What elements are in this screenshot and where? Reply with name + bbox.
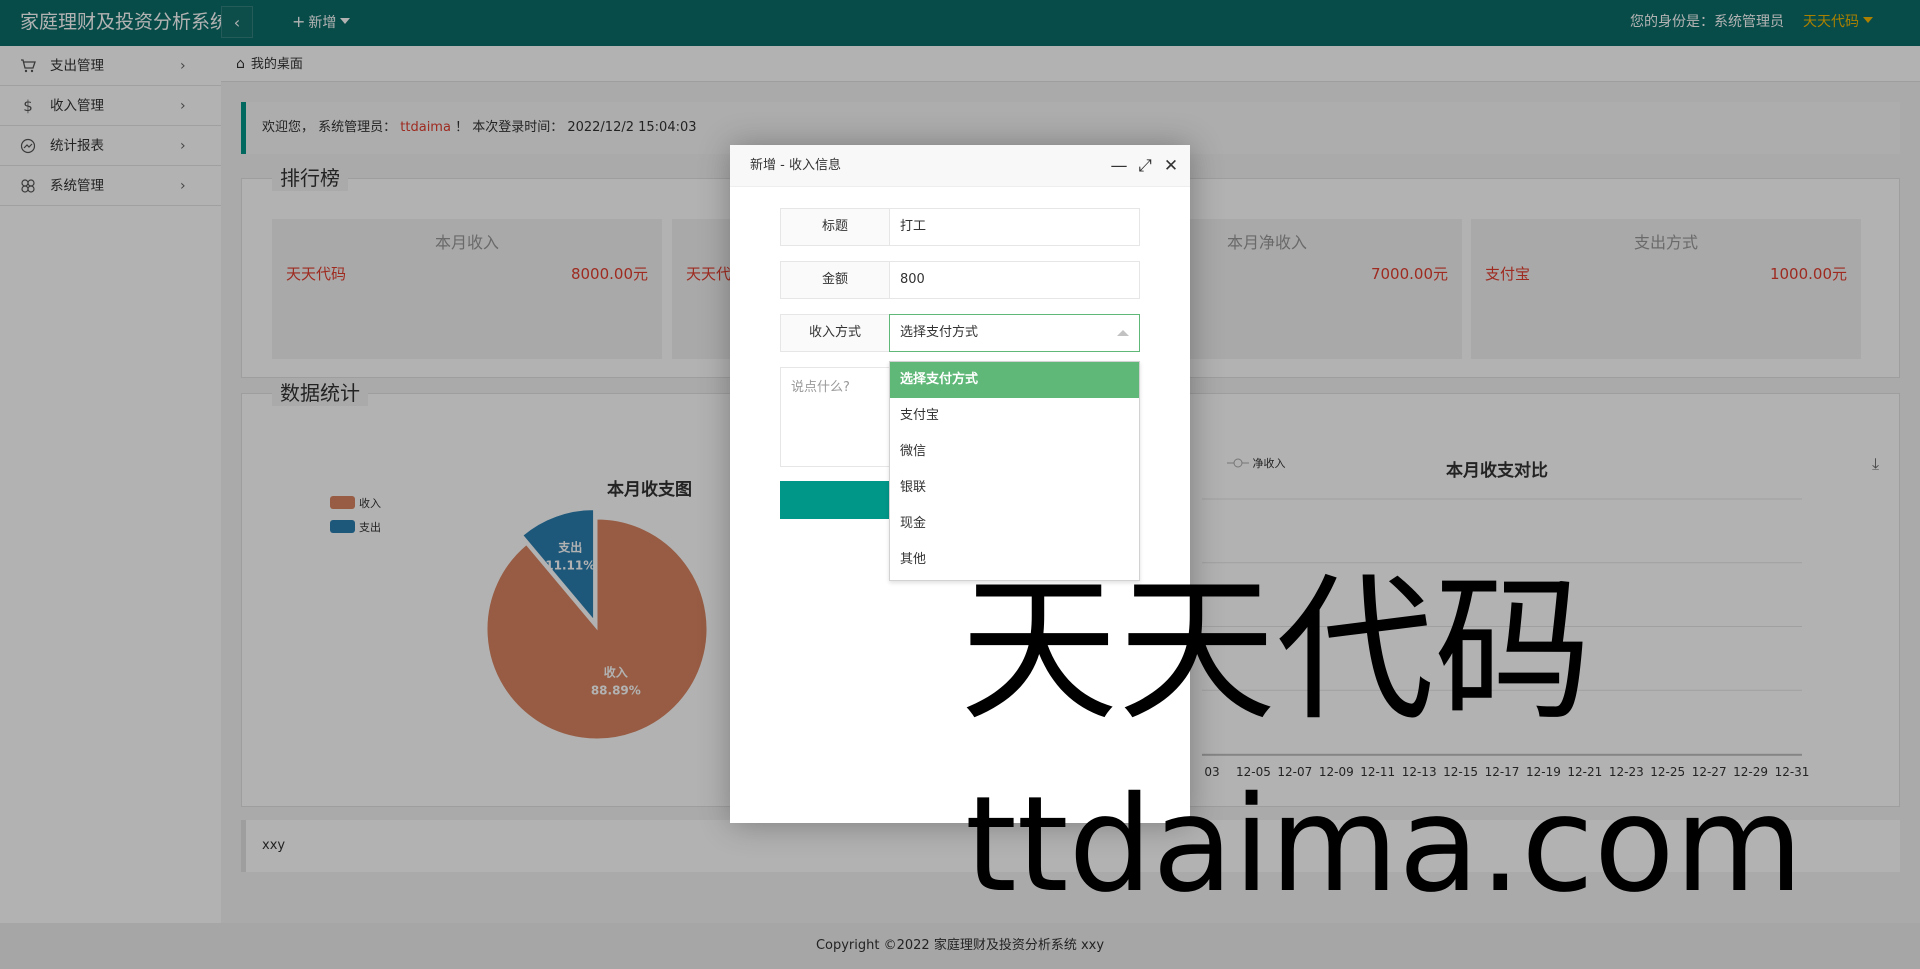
dropdown-option[interactable]: 现金 — [890, 506, 1139, 542]
title-field-row: 标题 打工 — [780, 208, 1140, 246]
close-icon[interactable]: ✕ — [1160, 145, 1182, 187]
income-method-dropdown: 选择支付方式 支付宝 微信 银联 现金 其他 — [889, 361, 1140, 581]
dropdown-option[interactable]: 其他 — [890, 542, 1139, 578]
income-method-value: 选择支付方式 — [900, 325, 979, 340]
dialog-title: 新增 - 收入信息 — [750, 158, 841, 173]
income-method-select[interactable]: 选择支付方式 — [889, 314, 1140, 352]
dropdown-option[interactable]: 支付宝 — [890, 398, 1139, 434]
amount-field-label: 金额 — [780, 261, 890, 299]
method-field-row: 收入方式 选择支付方式 — [780, 314, 1140, 352]
amount-input[interactable]: 800 — [889, 261, 1140, 299]
dropdown-option[interactable]: 微信 — [890, 434, 1139, 470]
minimize-icon[interactable]: — — [1108, 145, 1130, 187]
dialog-header: 新增 - 收入信息 — ⤢ ✕ — [730, 145, 1190, 187]
dropdown-option[interactable]: 银联 — [890, 470, 1139, 506]
title-field-label: 标题 — [780, 208, 890, 246]
dropdown-option[interactable]: 选择支付方式 — [890, 362, 1139, 398]
caret-up-icon — [1117, 330, 1129, 336]
maximize-icon[interactable]: ⤢ — [1134, 145, 1156, 187]
amount-field-row: 金额 800 — [780, 261, 1140, 299]
title-input[interactable]: 打工 — [889, 208, 1140, 246]
add-income-dialog: 新增 - 收入信息 — ⤢ ✕ 标题 打工 金额 800 收入方式 选择支付方式… — [730, 145, 1190, 823]
method-field-label: 收入方式 — [780, 314, 890, 352]
